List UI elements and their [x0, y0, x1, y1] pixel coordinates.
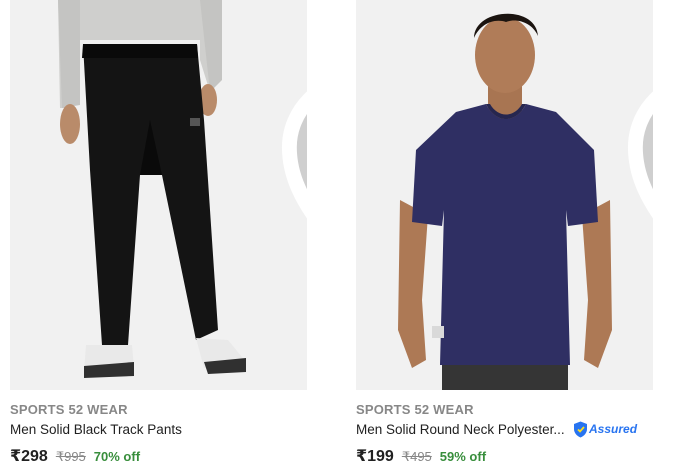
- price-row: ₹199 ₹495 59% off: [356, 446, 486, 466]
- selling-price: ₹199: [356, 448, 394, 465]
- selling-price: ₹298: [10, 448, 48, 465]
- price-row: ₹298 ₹995 70% off: [10, 446, 140, 466]
- assured-badge: Assured: [573, 420, 637, 438]
- product-image[interactable]: [10, 0, 307, 390]
- assured-shield-icon: [574, 421, 587, 437]
- discount-label: 70% off: [93, 449, 141, 464]
- wishlist-heart-icon[interactable]: [277, 8, 307, 219]
- navy-tshirt-model-photo: [356, 0, 653, 390]
- discount-label: 59% off: [439, 449, 487, 464]
- original-price: ₹995: [55, 449, 86, 464]
- original-price: ₹495: [401, 449, 432, 464]
- product-image[interactable]: [356, 0, 653, 390]
- product-title[interactable]: Men Solid Black Track Pants: [10, 422, 182, 437]
- brand-name: SPORTS 52 WEAR: [356, 402, 474, 417]
- product-title[interactable]: Men Solid Round Neck Polyester...: [356, 422, 565, 437]
- assured-label: Assured: [589, 422, 638, 436]
- wishlist-heart-icon[interactable]: [623, 8, 653, 219]
- black-track-pants-photo: [10, 0, 307, 390]
- brand-name: SPORTS 52 WEAR: [10, 402, 128, 417]
- product-card[interactable]: SPORTS 52 WEAR Men Solid Black Track Pan…: [10, 0, 307, 475]
- product-card[interactable]: SPORTS 52 WEAR Men Solid Round Neck Poly…: [356, 0, 653, 475]
